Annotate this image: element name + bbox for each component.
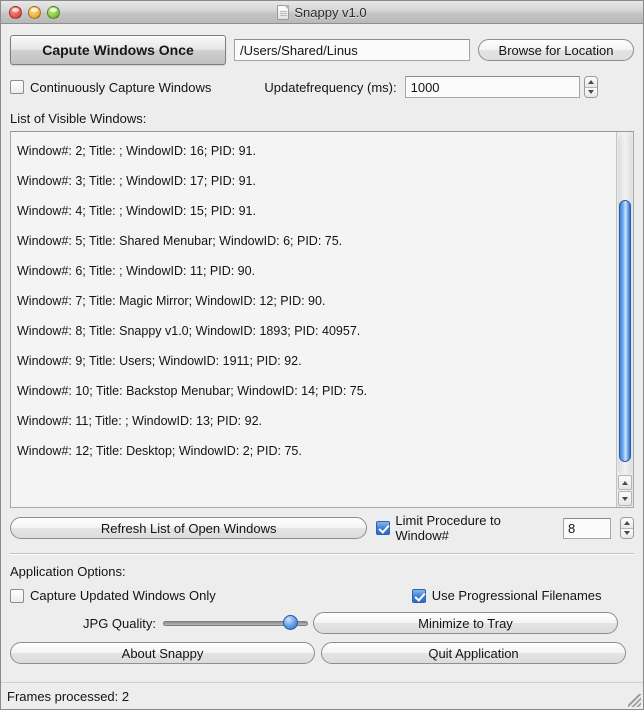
- limit-stepper-up-icon[interactable]: [621, 518, 633, 528]
- stepper-down-icon[interactable]: [584, 86, 597, 97]
- continuously-capture-checkbox[interactable]: [10, 80, 24, 94]
- limit-procedure-checkbox-label[interactable]: Limit Procedure to Window#: [376, 513, 634, 543]
- continuously-capture-label: Continuously Capture Windows: [30, 79, 212, 95]
- scroll-up-icon[interactable]: [618, 475, 632, 490]
- refresh-list-button[interactable]: Refresh List of Open Windows: [10, 517, 368, 539]
- update-frequency-label: Updatefrequency (ms):: [264, 79, 397, 95]
- resize-grip-icon[interactable]: [628, 694, 641, 707]
- list-item[interactable]: Window#: 10; Title: Backstop Menubar; Wi…: [17, 380, 615, 410]
- close-button[interactable]: [9, 5, 22, 19]
- application-options-label: Application Options:: [10, 564, 126, 579]
- progressional-filenames-checkbox-label[interactable]: Use Progressional Filenames: [411, 588, 602, 603]
- progressional-filenames-label: Use Progressional Filenames: [431, 588, 602, 603]
- scrollbar-arrows: [618, 475, 632, 506]
- stepper-up-icon[interactable]: [584, 77, 597, 87]
- capture-windows-once-button[interactable]: Capute Windows Once: [10, 35, 226, 65]
- zoom-button[interactable]: [47, 5, 60, 19]
- visible-windows-list[interactable]: Window#: 2; Title: ; WindowID: 16; PID: …: [10, 131, 634, 508]
- continuously-capture-checkbox-label[interactable]: Continuously Capture Windows: [10, 80, 211, 95]
- list-items-container: Window#: 2; Title: ; WindowID: 16; PID: …: [11, 132, 615, 507]
- update-frequency-stepper[interactable]: [583, 76, 598, 98]
- main-content: Capute Windows Once Browse for Location …: [1, 35, 643, 664]
- capture-row: Capute Windows Once Browse for Location: [10, 35, 634, 65]
- list-item[interactable]: Window#: 2; Title: ; WindowID: 16; PID: …: [17, 140, 615, 170]
- list-item[interactable]: Window#: 8; Title: Snappy v1.0; WindowID…: [17, 320, 615, 350]
- refresh-row: Refresh List of Open Windows Limit Proce…: [10, 513, 634, 543]
- frequency-row: Continuously Capture Windows Updatefrequ…: [10, 76, 634, 98]
- list-item[interactable]: Window#: 6; Title: ; WindowID: 11; PID: …: [17, 260, 615, 290]
- list-item[interactable]: Window#: 3; Title: ; WindowID: 17; PID: …: [17, 170, 615, 200]
- app-window: Snappy v1.0 Capute Windows Once Browse f…: [0, 0, 644, 710]
- window-title: Snappy v1.0: [294, 4, 367, 20]
- limit-window-number-input[interactable]: [563, 517, 611, 539]
- title-area: Snappy v1.0: [1, 1, 643, 23]
- limit-procedure-checkbox[interactable]: [376, 521, 391, 535]
- list-of-visible-windows-label: List of Visible Windows:: [10, 111, 147, 126]
- section-divider: [10, 553, 634, 555]
- limit-window-stepper[interactable]: [620, 517, 634, 539]
- title-bar: Snappy v1.0: [1, 1, 643, 24]
- minimize-button[interactable]: [28, 5, 41, 19]
- list-item[interactable]: Window#: 12; Title: Desktop; WindowID: 2…: [17, 440, 615, 470]
- list-item[interactable]: Window#: 9; Title: Users; WindowID: 1911…: [17, 350, 615, 380]
- jpg-quality-label: JPG Quality:: [83, 615, 156, 631]
- update-frequency-input[interactable]: [404, 76, 580, 98]
- list-item[interactable]: Window#: 11; Title: ; WindowID: 13; PID:…: [17, 410, 615, 440]
- scrollbar-thumb[interactable]: [619, 200, 631, 462]
- capture-updated-only-label: Capture Updated Windows Only: [30, 588, 216, 603]
- list-scrollbar[interactable]: [616, 132, 633, 507]
- quit-application-button[interactable]: Quit Application: [321, 642, 626, 664]
- progressional-filenames-checkbox[interactable]: [411, 588, 426, 603]
- scroll-down-icon[interactable]: [618, 491, 632, 506]
- list-item[interactable]: Window#: 7; Title: Magic Mirror; WindowI…: [17, 290, 615, 320]
- capture-updated-only-checkbox-label[interactable]: Capture Updated Windows Only: [10, 588, 216, 603]
- save-path-input[interactable]: [234, 39, 470, 61]
- document-icon: [277, 4, 290, 20]
- limit-procedure-label: Limit Procedure to Window#: [395, 513, 501, 543]
- jpg-quality-slider[interactable]: [163, 612, 308, 634]
- browse-for-location-button[interactable]: Browse for Location: [478, 39, 634, 61]
- options-checkbox-row: Capture Updated Windows Only Use Progres…: [10, 587, 634, 604]
- list-item[interactable]: Window#: 4; Title: ; WindowID: 15; PID: …: [17, 200, 615, 230]
- about-snappy-button[interactable]: About Snappy: [10, 642, 315, 664]
- limit-stepper-down-icon[interactable]: [621, 527, 633, 538]
- jpg-quality-row: JPG Quality: Minimize to Tray: [10, 612, 634, 634]
- bottom-buttons-row: About Snappy Quit Application: [10, 642, 634, 664]
- window-controls: [9, 5, 60, 19]
- status-bar: Frames processed: 2: [1, 682, 643, 709]
- frames-processed-status: Frames processed: 2: [7, 688, 130, 704]
- minimize-to-tray-button[interactable]: Minimize to Tray: [313, 612, 618, 634]
- list-item[interactable]: Window#: 5; Title: Shared Menubar; Windo…: [17, 230, 615, 260]
- slider-thumb[interactable]: [282, 615, 298, 630]
- capture-updated-only-checkbox[interactable]: [10, 588, 24, 603]
